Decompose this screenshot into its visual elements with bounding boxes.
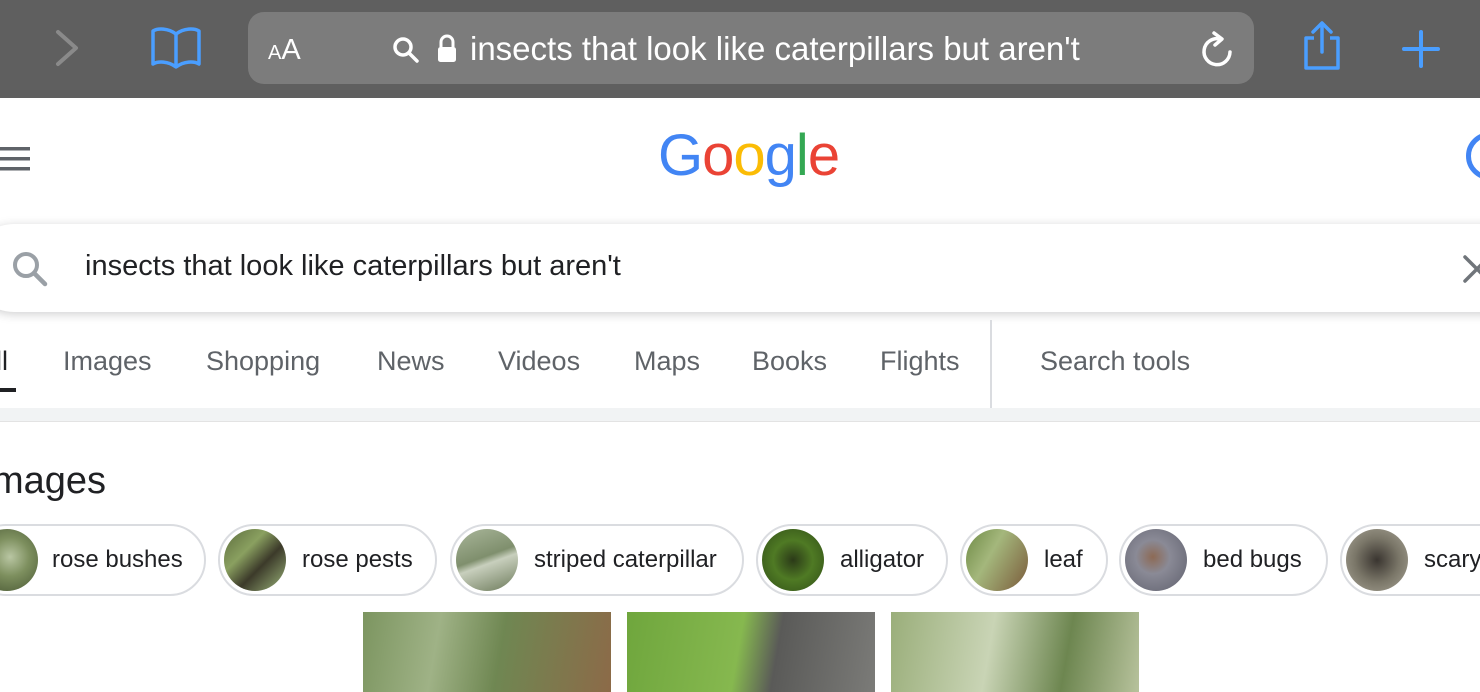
forward-icon[interactable] xyxy=(52,28,82,68)
tab-divider xyxy=(990,320,992,408)
search-tools-button[interactable]: Search tools xyxy=(1040,346,1190,377)
tab-shopping[interactable]: Shopping xyxy=(206,346,320,377)
tab-news[interactable]: News xyxy=(377,346,445,377)
search-box[interactable]: insects that look like caterpillars but … xyxy=(0,224,1480,312)
logo-letter: e xyxy=(807,123,840,188)
active-tab-indicator xyxy=(0,388,16,392)
images-section-title: mages xyxy=(0,460,107,502)
clear-icon[interactable] xyxy=(1462,254,1480,284)
new-tab-icon[interactable] xyxy=(1401,29,1441,69)
chip-bed-bugs[interactable]: bed bugs xyxy=(1119,524,1328,596)
chip-label: bed bugs xyxy=(1203,546,1302,573)
chip-thumbnail xyxy=(0,529,38,591)
tab-maps[interactable]: Maps xyxy=(634,346,700,377)
chip-thumbnail xyxy=(762,529,824,591)
chip-leaf[interactable]: leaf xyxy=(960,524,1108,596)
share-icon[interactable] xyxy=(1300,20,1344,72)
tab-videos[interactable]: Videos xyxy=(498,346,580,377)
lock-icon xyxy=(438,34,456,62)
address-bar[interactable]: AA insects that look like caterpillars b… xyxy=(248,12,1254,84)
tab-flights[interactable]: Flights xyxy=(880,346,960,377)
menu-icon[interactable] xyxy=(0,145,32,173)
browser-toolbar: AA insects that look like caterpillars b… xyxy=(0,0,1480,98)
text-size-button[interactable]: AA xyxy=(268,34,301,67)
image-result[interactable] xyxy=(891,612,1139,692)
account-avatar[interactable] xyxy=(1466,132,1480,180)
search-icon xyxy=(393,37,419,63)
image-result[interactable] xyxy=(627,612,875,692)
reload-icon[interactable] xyxy=(1200,31,1236,69)
chip-thumbnail xyxy=(1346,529,1408,591)
chip-thumbnail xyxy=(966,529,1028,591)
chip-rose-pests[interactable]: rose pests xyxy=(218,524,437,596)
chip-label: scary xyxy=(1424,546,1480,573)
chip-label: alligator xyxy=(840,546,925,573)
chip-thumbnail xyxy=(224,529,286,591)
image-result[interactable] xyxy=(363,612,611,692)
search-input[interactable]: insects that look like caterpillars but … xyxy=(85,250,621,283)
search-icon[interactable] xyxy=(11,250,49,288)
logo-letter: G xyxy=(658,123,703,188)
logo-letter: l xyxy=(795,123,809,188)
section-separator xyxy=(0,408,1480,422)
google-logo[interactable]: Google xyxy=(658,122,840,189)
chip-label: rose pests xyxy=(302,546,413,573)
chip-thumbnail xyxy=(456,529,518,591)
logo-letter: g xyxy=(764,123,797,188)
chip-striped-caterpillar[interactable]: striped caterpillar xyxy=(450,524,744,596)
chip-label: rose bushes xyxy=(52,546,183,573)
address-text: insects that look like caterpillars but … xyxy=(470,30,1080,67)
chip-thumbnail xyxy=(1125,529,1187,591)
chip-alligator[interactable]: alligator xyxy=(756,524,948,596)
search-tabs: ll Images Shopping News Videos Maps Book… xyxy=(0,320,1480,408)
tab-books[interactable]: Books xyxy=(752,346,827,377)
chip-label: striped caterpillar xyxy=(534,546,717,573)
logo-letter: o xyxy=(733,123,765,188)
chip-rose-bushes[interactable]: rose bushes xyxy=(0,524,206,596)
chip-scary[interactable]: scary xyxy=(1340,524,1480,596)
tab-all[interactable]: ll xyxy=(0,346,8,377)
bookmarks-icon[interactable] xyxy=(150,26,202,70)
tab-images[interactable]: Images xyxy=(63,346,152,377)
chip-label: leaf xyxy=(1044,546,1083,573)
logo-letter: o xyxy=(702,123,734,188)
